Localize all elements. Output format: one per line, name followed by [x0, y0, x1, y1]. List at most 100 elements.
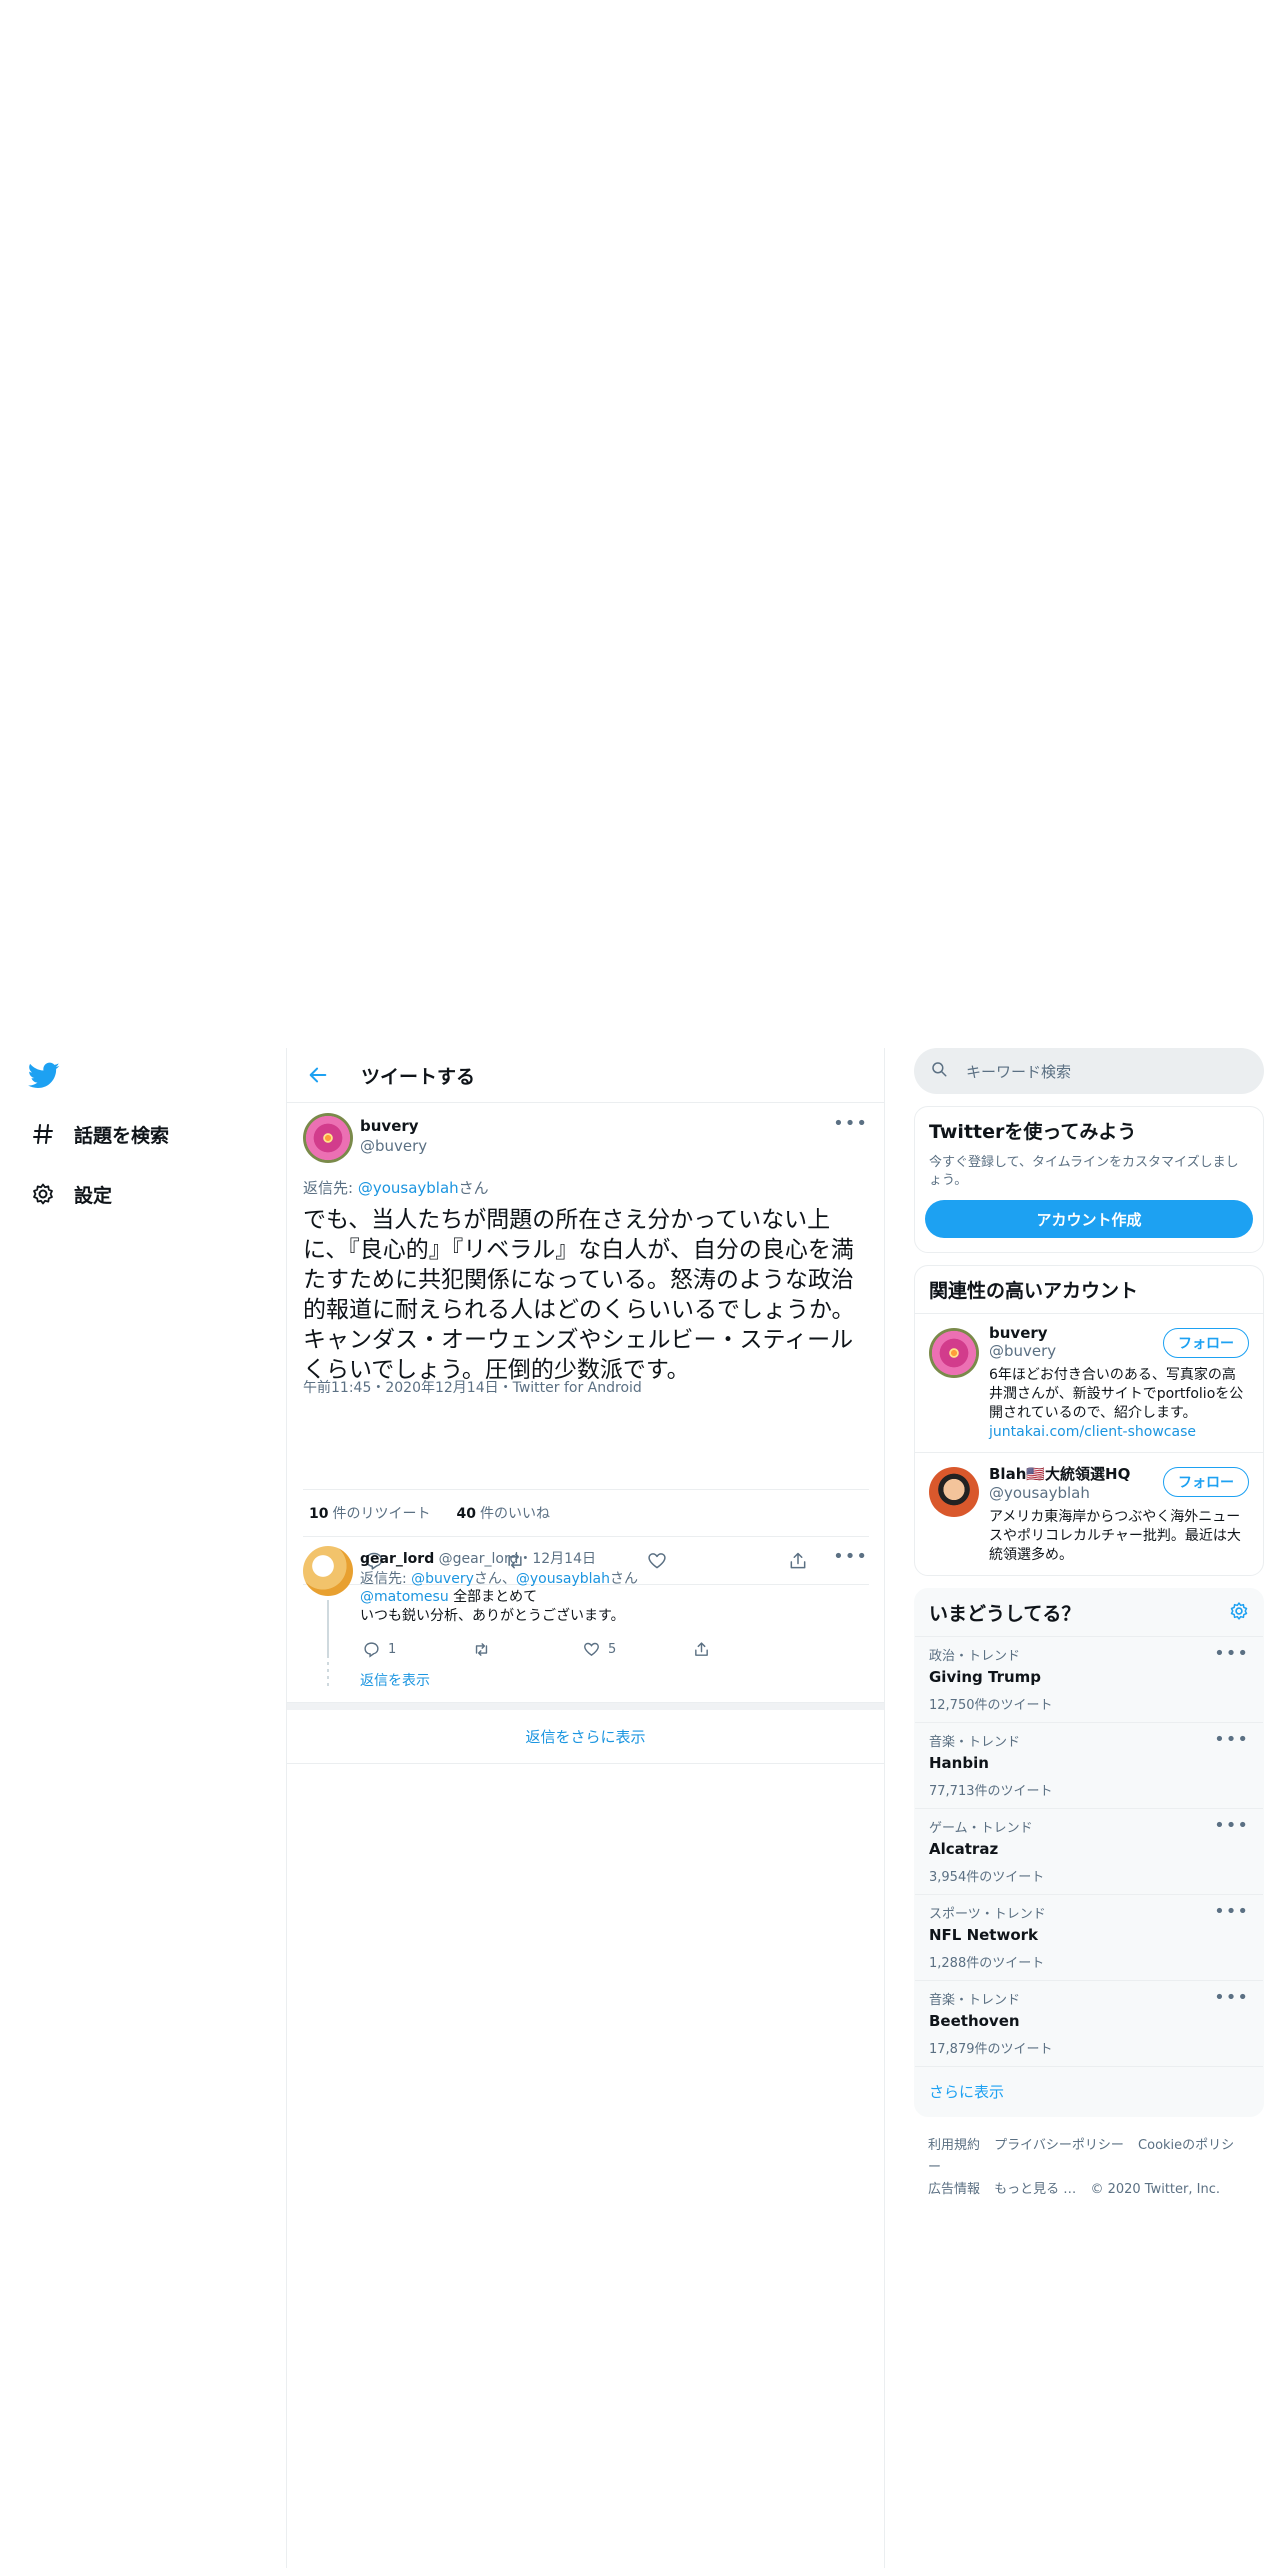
more-options-icon[interactable]: •••	[1214, 1815, 1249, 1836]
mention-link[interactable]: @matomesu	[360, 1589, 449, 1605]
reply-suffix: さん	[610, 1571, 638, 1587]
signup-description: 今すぐ登録して、タイムラインをカスタマイズしましょう。	[929, 1155, 1239, 1188]
reply-date[interactable]: ・12月14日	[518, 1551, 596, 1567]
reply-text-line: @matomesu 全部まとめて	[360, 1588, 625, 1607]
avatar[interactable]	[929, 1328, 979, 1378]
footer-link[interactable]: プライバシーポリシー	[994, 2138, 1124, 2153]
search-box[interactable]: キーワード検索	[914, 1048, 1264, 1094]
main-column: ツイートする buvery @buvery ••• 返信先: @yousaybl…	[286, 1048, 885, 2568]
like-action[interactable]: 5	[580, 1638, 690, 1660]
related-title: 関連性の高いアカウント	[929, 1280, 1139, 1302]
twitter-logo-icon[interactable]	[27, 1062, 64, 1094]
page: { "nav": { "items": [ {"label": "話題を検索",…	[0, 0, 1284, 2568]
more-options-icon[interactable]: •••	[1214, 1643, 1249, 1664]
back-arrow-icon[interactable]	[303, 1060, 333, 1090]
nav-item-explore[interactable]: 話題を検索	[28, 1114, 169, 1154]
thread-line	[327, 1600, 329, 1658]
retweet-action[interactable]	[470, 1638, 580, 1660]
trend-item[interactable]: スポーツ・トレンド NFL Network 1,288件のツイート •••	[915, 1895, 1263, 1981]
account-bio-text: 6年ほどお付き合いのある、写真家の高井潤さんが、新設サイトでportfolioを…	[989, 1367, 1244, 1421]
account-bio: アメリカ東海岸からつぶやく海外ニュースやポリコレカルチャー批判。最近は大統領選多…	[989, 1509, 1241, 1563]
avatar[interactable]	[303, 1546, 353, 1596]
like-count: 40	[456, 1506, 476, 1522]
page-title: ツイートする	[361, 1065, 476, 1088]
avatar[interactable]	[303, 1113, 353, 1163]
trend-category: 音楽・トレンド	[929, 1993, 1021, 2008]
trend-count: 77,713件のツイート	[929, 1784, 1053, 1799]
footer-link[interactable]: 広告情報	[928, 2182, 980, 2197]
tweet-author-handle[interactable]: @buvery	[360, 1137, 427, 1155]
reply-to-line: 返信先: @yousayblahさん	[303, 1177, 489, 1198]
mention-link[interactable]: @yousayblah	[516, 1571, 610, 1587]
more-options-icon[interactable]: •••	[833, 1113, 868, 1134]
share-action[interactable]	[690, 1638, 800, 1660]
retweet-stat[interactable]: 10 件のリツイート	[309, 1503, 430, 1523]
trend-category: 音楽・トレンド	[929, 1735, 1021, 1750]
trend-name: Alcatraz	[929, 1840, 999, 1858]
create-account-button[interactable]: アカウント作成	[925, 1200, 1253, 1238]
more-options-icon[interactable]: •••	[1214, 1729, 1249, 1750]
retweet-icon	[470, 1638, 492, 1660]
retweet-count: 10	[309, 1506, 329, 1522]
follow-button[interactable]: フォロー	[1163, 1328, 1249, 1358]
bio-link[interactable]: juntakai.com/client-showcase	[989, 1424, 1196, 1440]
trend-count: 1,288件のツイート	[929, 1956, 1045, 1971]
nav-item-settings[interactable]: 設定	[28, 1174, 112, 1214]
reply-action[interactable]: 1	[360, 1638, 470, 1660]
reply-icon	[360, 1638, 382, 1660]
trend-name: Hanbin	[929, 1754, 989, 1772]
divider	[287, 1702, 884, 1710]
account-item[interactable]: Blah🇺🇸大統領選HQ @yousayblah アメリカ東海岸からつぶやく海外…	[915, 1452, 1263, 1575]
reply-text-part: 全部まとめて	[448, 1589, 538, 1605]
account-item[interactable]: buvery @buvery 6年ほどお付き合いのある、写真家の高井潤さんが、新…	[915, 1313, 1263, 1452]
reply-tweet[interactable]: gear_lord @gear_lord・12月14日 ••• 返信先: @bu…	[287, 1538, 884, 1700]
mention-link[interactable]: @buvery	[411, 1571, 474, 1587]
reply-author-name[interactable]: gear_lord	[360, 1551, 434, 1567]
like-heart-icon	[580, 1638, 602, 1660]
trend-name: Giving Trump	[929, 1668, 1042, 1686]
nav-item-label: 話題を検索	[74, 1124, 170, 1147]
reply-text: @matomesu 全部まとめて いつも鋭い分析、ありがとうございます。	[360, 1588, 625, 1626]
footer-link[interactable]: もっと見る …	[994, 2182, 1076, 2197]
like-stat[interactable]: 40 件のいいね	[456, 1503, 549, 1523]
trend-count: 12,750件のツイート	[929, 1698, 1053, 1713]
account-bio: 6年ほどお付き合いのある、写真家の高井潤さんが、新設サイトでportfolioを…	[989, 1366, 1249, 1442]
trend-item[interactable]: 音楽・トレンド Beethoven 17,879件のツイート •••	[915, 1981, 1263, 2067]
like-count: 5	[608, 1641, 617, 1657]
show-replies-link[interactable]: 返信を表示	[360, 1670, 430, 1690]
trend-count: 17,879件のツイート	[929, 2042, 1053, 2057]
mention-link[interactable]: @yousayblah	[358, 1179, 459, 1197]
tweet-author-name[interactable]: buvery	[360, 1117, 419, 1135]
reply-suffix: さん	[458, 1179, 489, 1197]
reply-text-line: いつも鋭い分析、ありがとうございます。	[360, 1608, 625, 1624]
reply-mid: さん、	[473, 1571, 516, 1587]
trend-item[interactable]: ゲーム・トレンド Alcatraz 3,954件のツイート •••	[915, 1809, 1263, 1895]
follow-button[interactable]: フォロー	[1163, 1467, 1249, 1497]
more-options-icon[interactable]: •••	[1214, 1987, 1249, 2008]
thread-dots	[327, 1662, 329, 1688]
avatar[interactable]	[929, 1467, 979, 1517]
trends-title: いまどうしてる？	[929, 1603, 1081, 1625]
search-input[interactable]: キーワード検索	[966, 1061, 1071, 1082]
page-header: ツイートする	[287, 1048, 884, 1103]
like-label: 件のいいね	[479, 1506, 550, 1522]
reply-header: gear_lord @gear_lord・12月14日	[360, 1548, 596, 1568]
share-icon	[690, 1638, 712, 1660]
signup-title: Twitterを使ってみよう	[929, 1121, 1137, 1143]
copyright: © 2020 Twitter, Inc.	[1090, 2182, 1220, 2197]
tweet-meta[interactable]: 午前11:45・2020年12月14日・Twitter for Android	[303, 1377, 642, 1397]
more-options-icon[interactable]: •••	[1214, 1901, 1249, 1922]
gear-icon[interactable]	[1229, 1601, 1249, 1625]
retweet-label: 件のリツイート	[332, 1506, 431, 1522]
trend-item[interactable]: 政治・トレンド Giving Trump 12,750件のツイート •••	[915, 1637, 1263, 1723]
tweet-text: でも、当人たちが問題の所在さえ分かっていない上に、『良心的』『リベラル』な白人が…	[303, 1207, 855, 1383]
footer-link[interactable]: 利用規約	[928, 2138, 980, 2153]
reply-prefix: 返信先:	[360, 1571, 412, 1587]
more-options-icon[interactable]: •••	[833, 1546, 868, 1567]
trend-item[interactable]: 音楽・トレンド Hanbin 77,713件のツイート •••	[915, 1723, 1263, 1809]
related-accounts-card: 関連性の高いアカウント buvery @buvery 6年ほどお付き合いのある、…	[914, 1265, 1264, 1576]
show-more-trends-link[interactable]: さらに表示	[915, 2067, 1263, 2116]
show-more-replies-button[interactable]: 返信をさらに表示	[287, 1710, 884, 1764]
right-sidebar: キーワード検索 Twitterを使ってみよう 今すぐ登録して、タイムラインをカス…	[914, 1048, 1264, 2219]
reply-author-handle[interactable]: @gear_lord	[439, 1551, 519, 1567]
